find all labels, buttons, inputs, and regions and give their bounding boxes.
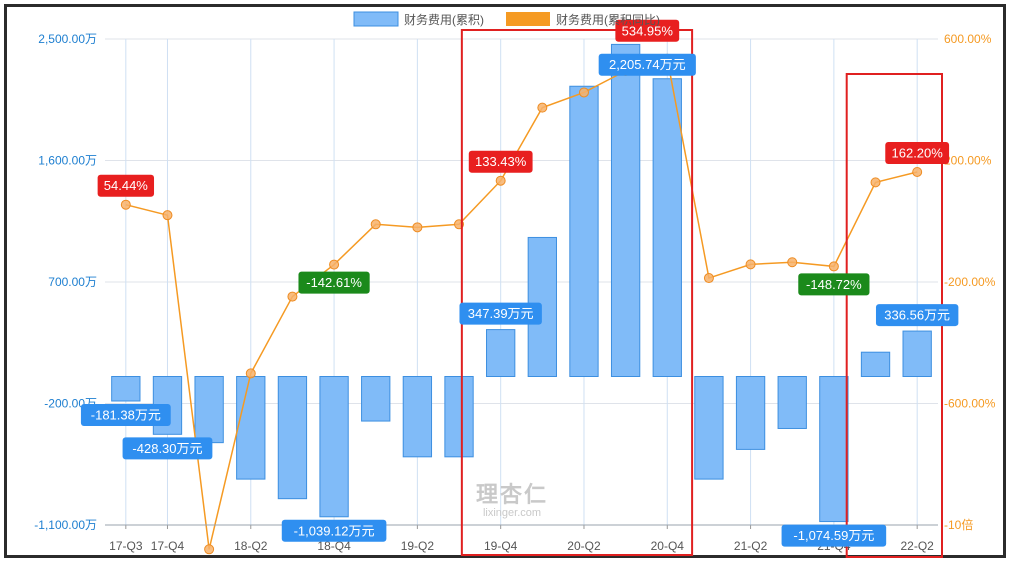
data-label-18-Q4: -142.61% [298, 271, 370, 294]
legend-label-bar: 财务费用(累积) [404, 12, 484, 27]
data-label-18-Q4: -1,039.12万元 [281, 519, 387, 542]
tick-label-right: 200.00% [944, 154, 992, 168]
tick-label-left: -1,100.00万 [34, 518, 97, 532]
watermark-en: lixinger.com [483, 507, 541, 519]
data-label-19-Q4: 133.43% [468, 150, 533, 173]
bar-18-Q4 [319, 376, 349, 518]
data-label-22-Q2: 162.20% [885, 141, 950, 164]
bar-19-Q3 [444, 376, 474, 458]
line-point-21-Q3 [787, 257, 798, 268]
tick-label-x: 17-Q3 [109, 539, 143, 553]
line-point-18-Q3 [287, 291, 298, 302]
bar-21-Q3 [777, 376, 807, 429]
tick-label-left: 700.00万 [48, 275, 97, 289]
bar-21-Q1 [694, 376, 724, 480]
data-label-21-Q4: -1,074.59万元 [781, 524, 887, 547]
line-point-20-Q1 [537, 102, 548, 113]
data-label-text: -181.38万元 [91, 407, 161, 422]
tick-label-x: 17-Q4 [151, 539, 185, 553]
bar-22-Q2 [902, 330, 932, 377]
data-label-19-Q4: 347.39万元 [459, 302, 542, 325]
line-point-21-Q4 [828, 261, 839, 272]
financial-expense-chart: 理杏仁 lixinger.com -1,100.00万-200.00万700.0… [34, 11, 996, 558]
data-label-20-Q4: 2,205.74万元 [598, 53, 696, 76]
data-label-21-Q4: -148.72% [798, 273, 870, 296]
legend-item-bar[interactable]: 财务费用(累积) [353, 11, 484, 27]
bar-18-Q3 [277, 376, 308, 500]
data-label-17-Q4: -428.30万元 [122, 437, 213, 460]
legend-item-line[interactable]: 财务费用(累积同比) [506, 12, 660, 27]
bar-19-Q2 [402, 376, 433, 458]
bar-17-Q3 [111, 376, 141, 402]
line-point-17-Q3 [120, 199, 131, 210]
line-point-19-Q4 [495, 175, 506, 186]
data-label-text: -428.30万元 [132, 441, 202, 456]
watermark: 理杏仁 lixinger.com [476, 482, 548, 519]
data-label-17-Q3: -181.38万元 [80, 403, 171, 426]
line-point-22-Q2 [912, 166, 923, 177]
bar-21-Q4 [819, 376, 849, 523]
legend-swatch-bar [353, 11, 399, 27]
legend-swatch-line [506, 12, 550, 26]
tick-label-left: 2,500.00万 [38, 32, 97, 46]
line-point-19-Q2 [412, 222, 423, 233]
data-label-text: -1,039.12万元 [294, 523, 375, 538]
line-point-20-Q2 [578, 87, 589, 98]
data-label-text: -142.61% [306, 275, 362, 290]
data-label-text: 336.56万元 [884, 308, 950, 323]
bar-20-Q2 [569, 85, 599, 377]
data-label-text: 2,205.74万元 [609, 57, 686, 72]
tick-label-x: 21-Q2 [734, 539, 768, 553]
line-point-22-Q1 [870, 177, 881, 188]
bar-20-Q4 [652, 78, 682, 377]
bar-21-Q2 [735, 376, 766, 450]
tick-label-left: 1,600.00万 [38, 154, 97, 168]
data-label-text: 133.43% [475, 154, 527, 169]
bar-22-Q1 [860, 351, 891, 378]
bar-19-Q4 [486, 329, 516, 378]
line-point-21-Q1 [703, 273, 714, 284]
bar-18-Q2 [236, 376, 266, 480]
tick-label-right: -200.00% [944, 275, 996, 289]
watermark-cn: 理杏仁 [476, 482, 548, 507]
legend[interactable]: 财务费用(累积) 财务费用(累积同比) [353, 11, 660, 27]
line-point-18-Q2 [245, 368, 256, 379]
bar-18-Q1 [194, 376, 224, 444]
tick-label-x: 20-Q2 [567, 539, 601, 553]
data-label-22-Q2: 336.56万元 [875, 304, 959, 327]
tick-label-x: 20-Q4 [651, 539, 685, 553]
line-point-18-Q1 [204, 544, 215, 555]
bar-19-Q1 [361, 376, 391, 422]
tick-label-x: 19-Q4 [484, 539, 518, 553]
data-label-text: 162.20% [892, 145, 944, 160]
line-point-19-Q1 [370, 219, 381, 230]
data-label-17-Q3: 54.44% [97, 174, 155, 197]
tick-label-x: 18-Q2 [234, 539, 268, 553]
line-point-18-Q4 [329, 259, 340, 270]
legend-label-line: 财务费用(累积同比) [556, 12, 660, 27]
tick-label-x: 22-Q2 [900, 539, 934, 553]
tick-label-right: -600.00% [944, 397, 996, 411]
data-label-text: -148.72% [806, 277, 862, 292]
tick-label-x: 19-Q2 [401, 539, 435, 553]
data-label-text: 347.39万元 [468, 306, 534, 321]
data-label-text: 54.44% [104, 178, 149, 193]
line-point-21-Q2 [745, 259, 756, 270]
line-point-17-Q4 [162, 210, 173, 221]
tick-label-right: -10倍 [944, 517, 973, 532]
data-label-text: -1,074.59万元 [793, 528, 874, 543]
tick-label-right: 600.00% [944, 32, 992, 46]
bar-20-Q3 [610, 43, 641, 378]
